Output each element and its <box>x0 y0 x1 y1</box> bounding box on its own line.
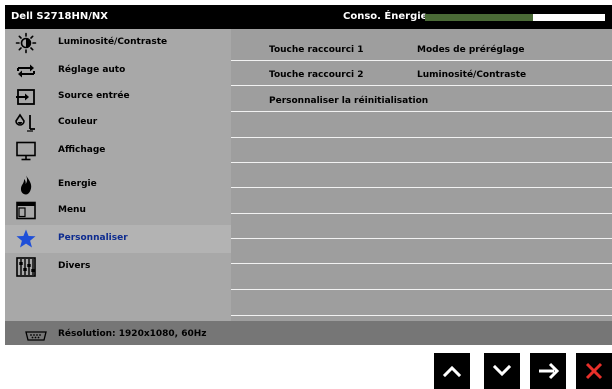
sidebar-item-personalize[interactable]: Personnaliser <box>5 225 231 253</box>
sidebar-item-label: Réglage auto <box>58 65 126 75</box>
sidebar-item-label: Divers <box>58 261 91 271</box>
input-source-icon <box>15 86 37 108</box>
sidebar-item-label: Menu <box>58 205 86 215</box>
sidebar-item-label: Couleur <box>58 117 98 127</box>
setting-label: Personnaliser la réinitialisation <box>269 96 429 106</box>
chevron-up-icon <box>442 365 462 378</box>
status-bar: Résolution: 1920x1080, 60Hz <box>5 321 612 345</box>
sidebar-item-label: Personnaliser <box>58 233 128 243</box>
sidebar-item-label: Energie <box>58 179 97 189</box>
sidebar-item-label: Affichage <box>58 145 106 155</box>
setting-value: Luminosité/Contraste <box>417 70 527 80</box>
sidebar-item-auto-adjust[interactable]: Réglage auto <box>5 57 231 85</box>
empty-row <box>231 265 612 290</box>
sidebar: Luminosité/Contraste Réglage auto Source… <box>5 29 231 321</box>
up-button[interactable] <box>434 353 470 389</box>
sidebar-item-brightness-contrast[interactable]: Luminosité/Contraste <box>5 29 231 57</box>
brightness-icon <box>15 32 37 54</box>
title-bar: Dell S2718HN/NX Conso. Énergie <box>5 5 612 29</box>
settings-panel: Touche raccourci 1 Modes de préréglage T… <box>231 29 612 321</box>
empty-row <box>231 189 612 214</box>
sidebar-item-input-source[interactable]: Source entrée <box>5 83 231 111</box>
osd-menu: Dell S2718HN/NX Conso. Énergie Luminosit… <box>5 5 612 345</box>
sidebar-item-display[interactable]: Affichage <box>5 137 231 165</box>
menu-icon <box>15 200 37 222</box>
star-icon <box>15 228 37 250</box>
sidebar-item-energy[interactable]: Energie <box>5 171 231 199</box>
setting-value: Modes de préréglage <box>417 45 525 55</box>
chevron-down-icon <box>492 364 512 377</box>
sidebar-item-color[interactable]: Couleur <box>5 109 231 137</box>
empty-row <box>231 214 612 239</box>
color-icon <box>15 112 37 134</box>
empty-row <box>231 291 612 316</box>
resolution-info: Résolution: 1920x1080, 60Hz <box>58 329 207 339</box>
exit-button[interactable] <box>576 353 612 389</box>
close-icon <box>585 362 603 380</box>
enter-button[interactable] <box>530 353 566 389</box>
shortcut-key-2-row[interactable]: Touche raccourci 2 Luminosité/Contraste <box>231 61 612 86</box>
shortcut-key-1-row[interactable]: Touche raccourci 1 Modes de préréglage <box>231 36 612 61</box>
empty-row <box>231 138 612 163</box>
energy-icon <box>15 174 37 196</box>
empty-row <box>231 113 612 138</box>
display-icon <box>15 140 37 162</box>
empty-row <box>231 239 612 264</box>
sidebar-item-menu[interactable]: Menu <box>5 197 231 225</box>
personalize-reset-row[interactable]: Personnaliser la réinitialisation <box>231 87 612 112</box>
vga-connector-icon <box>25 327 47 341</box>
sliders-icon <box>15 256 37 278</box>
sidebar-item-others[interactable]: Divers <box>5 253 231 281</box>
setting-label: Touche raccourci 2 <box>269 70 364 80</box>
button-guide <box>0 353 612 389</box>
sidebar-item-label: Luminosité/Contraste <box>58 37 168 47</box>
setting-label: Touche raccourci 1 <box>269 45 364 55</box>
sidebar-item-label: Source entrée <box>58 91 130 101</box>
auto-adjust-icon <box>15 60 37 82</box>
arrow-right-icon <box>539 362 560 380</box>
energy-meter-fill <box>425 14 533 21</box>
empty-row <box>231 163 612 188</box>
monitor-model-title: Dell S2718HN/NX <box>11 11 108 22</box>
down-button[interactable] <box>484 353 520 389</box>
energy-meter <box>425 14 605 21</box>
energy-consumption-label: Conso. Énergie <box>343 11 428 22</box>
